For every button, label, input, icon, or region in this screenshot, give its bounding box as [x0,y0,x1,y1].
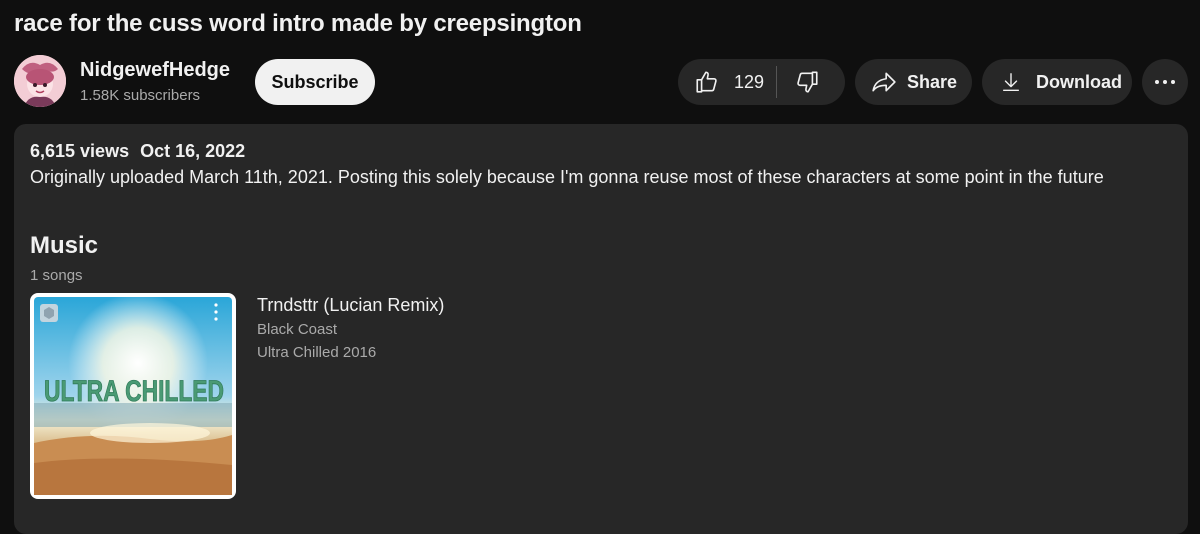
download-button[interactable]: Download [982,59,1132,105]
channel-name[interactable]: NidgewefHedge [80,59,230,82]
song-title[interactable]: Trndsttr (Lucian Remix) [257,295,444,316]
subscribe-button[interactable]: Subscribe [255,59,375,105]
subscribe-label: Subscribe [271,71,359,92]
more-actions-button[interactable] [1142,59,1188,105]
song-album: Ultra Chilled 2016 [257,344,377,361]
download-icon [1002,73,1020,91]
view-count: 6,615 views [30,141,130,161]
thumbs-down-icon [797,71,818,93]
like-count: 129 [734,71,765,92]
album-cover[interactable]: ULTRA CHILLED [30,293,236,499]
download-label: Download [1036,71,1122,92]
album-art-image: ULTRA CHILLED [34,293,232,495]
like-dislike-group: 129 [678,59,845,105]
subscriber-count: 1.58K subscribers [80,87,201,104]
description-text: Originally uploaded March 11th, 2021. Po… [30,167,1104,187]
avatar-image [14,55,66,107]
song-artist: Black Coast [257,321,338,338]
share-arrow-icon [872,72,896,92]
upload-date: Oct 16, 2022 [140,141,246,161]
song-count: 1 songs [30,267,83,284]
album-cover-text: ULTRA CHILLED [44,375,224,408]
description-panel[interactable]: 6,615 views Oct 16, 2022 Originally uplo… [14,124,1188,534]
channel-avatar[interactable] [14,55,66,107]
dislike-button[interactable] [777,59,820,105]
share-label: Share [907,71,958,92]
video-meta: 6,615 views Oct 16, 2022 [30,141,245,162]
like-button[interactable]: 129 [678,59,776,105]
video-title: race for the cuss word intro made by cre… [14,10,582,37]
share-button[interactable]: Share [855,59,972,105]
more-horizontal-icon [1155,80,1175,84]
music-section-heading: Music [30,232,99,259]
thumbs-up-icon [696,71,717,93]
